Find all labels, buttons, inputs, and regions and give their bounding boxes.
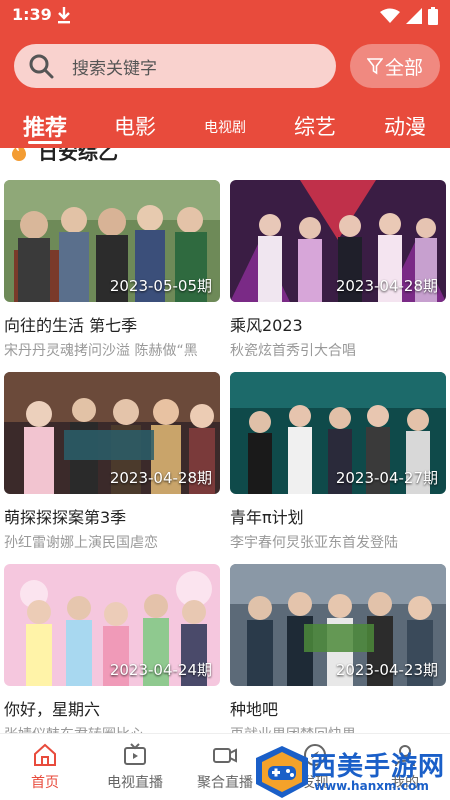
category-tabs: 推荐 电影 电视剧 综艺 动漫 (0, 104, 450, 148)
watermark-text: 西美手游网 (310, 752, 446, 782)
episode-date: 2023-04-28期 (335, 277, 438, 295)
watermark: 西美手游网 www.hanxm.com (250, 744, 450, 800)
show-title: 乘风2023 (230, 316, 303, 335)
show-description: 张婧仪韩东君转圈比心 (4, 724, 220, 733)
content-feed[interactable]: 日安综乙 2023-05-05期 向往的生活 第七季 宋丹丹灵魂拷问沙溢 陈赫做… (0, 148, 450, 733)
show-title: 向往的生活 第七季 (4, 316, 138, 335)
battery-icon (428, 7, 438, 25)
nav-home-label: 首页 (31, 775, 59, 791)
show-thumbnail: 2023-05-05期 (4, 180, 220, 302)
tv-icon (124, 743, 146, 765)
gamepad-logo-icon (256, 746, 308, 798)
tab-tv-series[interactable]: 电视剧 (204, 117, 246, 137)
nav-tv-live-label: 电视直播 (107, 775, 163, 791)
search-placeholder: 搜索关键字 (72, 58, 157, 79)
show-thumbnail: 2023-04-23期 (230, 564, 446, 686)
tab-movie[interactable]: 电影 (114, 111, 156, 141)
show-description: 再就业男团梦回快男 (230, 724, 446, 733)
show-thumbnail: 2023-04-24期 (4, 564, 220, 686)
episode-date: 2023-04-23期 (335, 661, 438, 679)
show-card[interactable]: 2023-04-24期 你好，星期六 张婧仪韩东君转圈比心 (4, 564, 220, 733)
wifi-icon (380, 8, 400, 23)
search-icon (29, 54, 54, 79)
status-time: 1:39 (12, 5, 52, 24)
video-camera-icon (213, 748, 237, 763)
show-card[interactable]: 2023-04-28期 萌探探探案第3季 孙红雷谢娜上演民国虐恋 (4, 372, 220, 552)
episode-date: 2023-04-24期 (109, 661, 212, 679)
download-icon (58, 7, 70, 24)
episode-date: 2023-04-28期 (109, 469, 212, 487)
section-header: 日安综乙 (10, 148, 118, 165)
filter-label: 全部 (384, 56, 423, 79)
filter-all-button[interactable]: 全部 (350, 44, 440, 88)
episode-date: 2023-05-05期 (109, 277, 212, 295)
active-tab-indicator (28, 141, 62, 144)
fire-icon (12, 148, 26, 161)
tab-anime[interactable]: 动漫 (384, 111, 426, 141)
search-bar[interactable]: 搜索关键字 (14, 44, 336, 88)
show-title: 青年π计划 (230, 508, 304, 527)
show-title: 萌探探探案第3季 (4, 508, 127, 527)
show-thumbnail: 2023-04-28期 (230, 180, 446, 302)
show-title: 种地吧 (230, 700, 279, 719)
tab-recommend[interactable]: 推荐 (23, 110, 67, 142)
nav-home[interactable]: 首页 (0, 742, 90, 792)
signal-icon (406, 8, 422, 24)
show-description: 李宇春何炅张亚东首发登陆 (230, 535, 398, 551)
show-card[interactable]: 2023-04-27期 青年π计划 李宇春何炅张亚东首发登陆 (230, 372, 446, 552)
home-icon (34, 743, 56, 766)
watermark-url: www.hanxm.com (314, 779, 429, 793)
show-description: 孙红雷谢娜上演民国虐恋 (4, 535, 158, 551)
show-title: 你好，星期六 (4, 700, 101, 719)
nav-aggregate-live-label: 聚合直播 (197, 775, 253, 791)
show-card[interactable]: 2023-04-28期 乘风2023 秋瓷炫首秀引大合唱 (230, 180, 446, 360)
filter-icon (366, 58, 383, 75)
tab-variety[interactable]: 综艺 (294, 111, 336, 141)
nav-tv-live[interactable]: 电视直播 (90, 742, 180, 792)
status-bar: 1:39 (0, 0, 450, 32)
show-description: 宋丹丹灵魂拷问沙溢 陈赫做“黑 (4, 343, 198, 359)
show-description: 秋瓷炫首秀引大合唱 (230, 343, 356, 359)
section-title: 日安综乙 (38, 148, 118, 164)
episode-date: 2023-04-27期 (335, 469, 438, 487)
show-thumbnail: 2023-04-28期 (4, 372, 220, 494)
show-thumbnail: 2023-04-27期 (230, 372, 446, 494)
header: 1:39 搜索关键字 全部 推荐 电影 电视剧 综艺 动漫 (0, 0, 450, 148)
show-card[interactable]: 2023-05-05期 向往的生活 第七季 宋丹丹灵魂拷问沙溢 陈赫做“黑 (4, 180, 220, 360)
show-card[interactable]: 2023-04-23期 种地吧 再就业男团梦回快男 (230, 564, 446, 733)
